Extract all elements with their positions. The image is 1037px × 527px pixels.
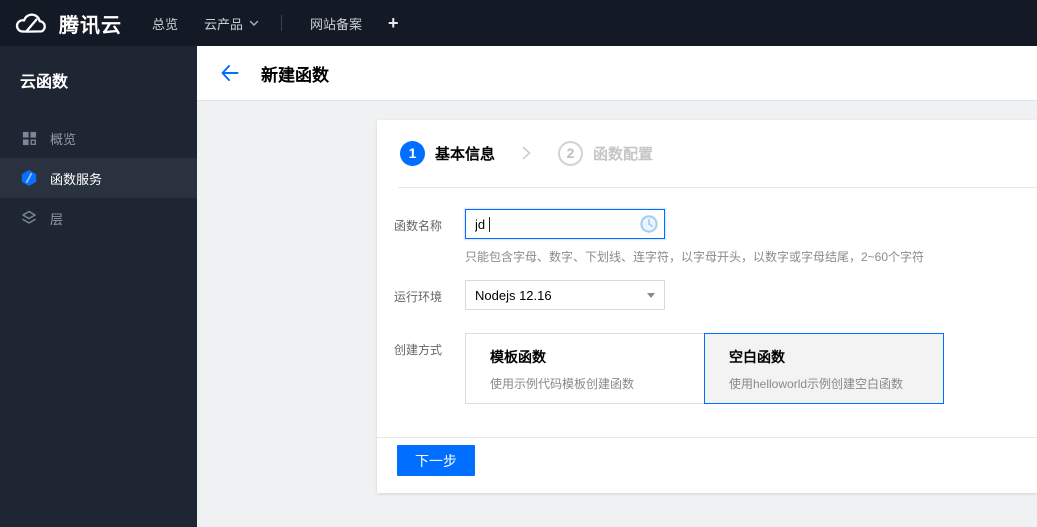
sidebar-item-label: 概览 xyxy=(50,131,77,147)
page-header: 新建函数 xyxy=(197,46,1037,101)
function-name-input[interactable] xyxy=(465,209,665,239)
footer-divider xyxy=(377,437,1037,438)
option-title: 空白函数 xyxy=(729,349,785,365)
step-function-config: 2 函数配置 xyxy=(558,140,654,166)
top-navbar: 腾讯云 总览 云产品 网站备案 + xyxy=(0,0,1037,46)
text-cursor xyxy=(489,217,490,232)
sidebar-item-label: 函数服务 xyxy=(50,171,103,187)
creation-option-blank[interactable]: 空白函数 使用helloworld示例创建空白函数 xyxy=(704,333,944,404)
function-name-field: 只能包含字母、数字、下划线、连字符，以字母开头，以数字或字母结尾，2~60个字符 xyxy=(465,209,924,265)
clock-icon xyxy=(639,214,659,239)
sidebar-title: 云函数 xyxy=(20,74,69,91)
nav-item-overview[interactable]: 总览 xyxy=(152,14,178,33)
form-row-creation-method: 创建方式 模板函数 使用示例代码模板创建函数 空白函数 使用helloworld… xyxy=(394,333,944,404)
step-number-badge: 2 xyxy=(558,140,584,166)
content-area: 1 基本信息 2 函数配置 函数名称 jd 只能包含字母、数字、下划线、连字符，… xyxy=(197,101,1037,527)
page-title: 新建函数 xyxy=(261,65,329,85)
brand-label: 腾讯云 xyxy=(59,14,122,37)
grid-icon xyxy=(20,129,38,147)
create-function-card: 1 基本信息 2 函数配置 函数名称 jd 只能包含字母、数字、下划线、连字符，… xyxy=(377,120,1037,493)
nav-item-label: 云产品 xyxy=(204,16,244,32)
chevron-right-icon xyxy=(522,146,531,160)
next-step-button[interactable]: 下一步 xyxy=(397,445,475,476)
cloud-logo-icon xyxy=(14,10,50,37)
creation-method-label: 创建方式 xyxy=(394,343,443,357)
nav-item-cloud-products[interactable]: 云产品 xyxy=(204,14,259,33)
sidebar-item-label: 层 xyxy=(50,211,64,227)
sidebar-item-layers[interactable]: 层 xyxy=(0,198,197,238)
sidebar-item-overview[interactable]: 概览 xyxy=(0,118,197,158)
step-label: 函数配置 xyxy=(593,145,654,163)
add-tab-button[interactable]: + xyxy=(388,14,399,32)
nav-item-icp[interactable]: 网站备案 xyxy=(310,14,362,33)
option-title: 模板函数 xyxy=(490,349,546,365)
back-arrow-icon[interactable] xyxy=(219,62,241,84)
runtime-select[interactable]: Nodejs 12.16 xyxy=(465,280,665,310)
wizard-steps: 1 基本信息 2 函数配置 xyxy=(400,140,653,166)
sidebar-menu: 概览 函数服务 层 xyxy=(0,118,197,238)
runtime-selected-value: Nodejs 12.16 xyxy=(475,287,552,303)
function-name-hint: 只能包含字母、数字、下划线、连字符，以字母开头，以数字或字母结尾，2~60个字符 xyxy=(465,250,925,264)
function-name-label: 函数名称 xyxy=(394,219,443,233)
navbar-divider xyxy=(281,15,283,31)
hexagon-function-icon xyxy=(20,169,38,187)
caret-down-icon xyxy=(249,20,259,27)
option-description: 使用helloworld示例创建空白函数 xyxy=(729,377,904,391)
sidebar-item-function-service[interactable]: 函数服务 xyxy=(0,158,197,198)
form-row-runtime: 运行环境 Nodejs 12.16 xyxy=(394,280,665,310)
sidebar: 云函数 概览 函数服务 层 xyxy=(0,46,197,527)
section-divider xyxy=(398,187,1037,188)
caret-down-icon xyxy=(647,293,655,298)
step-number-badge: 1 xyxy=(400,140,425,166)
step-label: 基本信息 xyxy=(435,145,496,163)
form-row-function-name: 函数名称 只能包含字母、数字、下划线、连字符，以字母开头，以数字或字母结尾，2~… xyxy=(394,209,924,265)
option-description: 使用示例代码模板创建函数 xyxy=(490,377,635,391)
layers-icon xyxy=(20,209,38,227)
creation-option-template[interactable]: 模板函数 使用示例代码模板创建函数 xyxy=(465,333,705,404)
runtime-label: 运行环境 xyxy=(394,290,443,304)
creation-options: 模板函数 使用示例代码模板创建函数 空白函数 使用helloworld示例创建空… xyxy=(465,333,944,404)
function-name-input-wrap xyxy=(465,209,665,239)
tencent-cloud-brand[interactable]: 腾讯云 xyxy=(14,9,122,38)
step-basic-info: 1 基本信息 xyxy=(400,140,496,166)
